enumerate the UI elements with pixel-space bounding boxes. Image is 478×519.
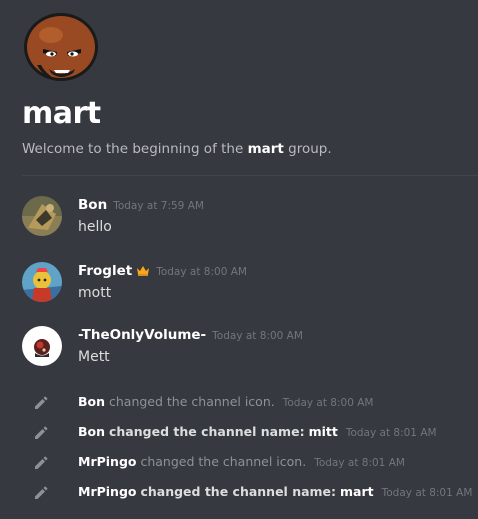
username[interactable]: Bon xyxy=(78,197,107,213)
system-action: changed the channel icon. xyxy=(109,394,275,409)
group-avatar-icon[interactable] xyxy=(21,7,101,87)
group-title: mart xyxy=(22,96,101,131)
timestamp: Today at 8:01 AM xyxy=(345,427,437,439)
channel-name-value: mart xyxy=(340,484,374,499)
system-action: changed the channel icon. xyxy=(140,454,307,469)
system-message: Bon changed the channel icon. Today at 8… xyxy=(0,393,478,413)
system-message: MrPingo changed the channel name: mart T… xyxy=(0,483,478,503)
message-item: Froglet Today at 8:00 AM mott xyxy=(0,262,478,306)
welcome-text: Welcome to the beginning of the mart gro… xyxy=(22,141,332,157)
system-message-text: MrPingo changed the channel name: mart T… xyxy=(78,484,472,499)
pencil-icon xyxy=(33,395,49,411)
avatar[interactable] xyxy=(22,326,62,366)
pencil-icon xyxy=(33,425,49,441)
timestamp: Today at 8:00 AM xyxy=(282,397,374,409)
welcome-group-name: mart xyxy=(247,141,284,157)
timestamp: Today at 7:59 AM xyxy=(113,200,204,212)
username[interactable]: Froglet xyxy=(78,263,132,279)
pencil-icon xyxy=(33,485,49,501)
system-user[interactable]: Bon xyxy=(78,394,105,409)
message-text: Mett xyxy=(78,349,110,365)
channel-name-value: mitt xyxy=(308,424,338,439)
system-message-text: Bon changed the channel icon. Today at 8… xyxy=(78,394,373,409)
message-header: Bon Today at 7:59 AM xyxy=(78,197,204,213)
system-user[interactable]: MrPingo xyxy=(78,454,136,469)
timestamp: Today at 8:01 AM xyxy=(314,457,405,469)
welcome-suffix: group. xyxy=(288,141,332,157)
divider xyxy=(22,175,478,176)
message-text: hello xyxy=(78,219,112,235)
avatar[interactable] xyxy=(22,196,62,236)
message-header: -TheOnlyVolume- Today at 8:00 AM xyxy=(78,327,303,343)
timestamp: Today at 8:01 AM xyxy=(381,487,473,499)
message-text: mott xyxy=(78,285,112,301)
avatar[interactable] xyxy=(22,262,62,302)
message-header: Froglet Today at 8:00 AM xyxy=(78,263,247,280)
system-action: changed the channel name: xyxy=(140,484,337,499)
system-message-text: Bon changed the channel name: mitt Today… xyxy=(78,424,437,439)
system-message: Bon changed the channel name: mitt Today… xyxy=(0,423,478,443)
pencil-icon xyxy=(33,455,49,471)
message-item: -TheOnlyVolume- Today at 8:00 AM Mett xyxy=(0,326,478,370)
crown-icon xyxy=(136,264,150,280)
timestamp: Today at 8:00 AM xyxy=(212,330,303,342)
system-action: changed the channel name: xyxy=(109,424,305,439)
channel-header: mart Welcome to the beginning of the mar… xyxy=(0,0,478,176)
username[interactable]: -TheOnlyVolume- xyxy=(78,327,206,343)
message-item: Bon Today at 7:59 AM hello xyxy=(0,196,478,240)
system-user[interactable]: MrPingo xyxy=(78,484,136,499)
system-user[interactable]: Bon xyxy=(78,424,105,439)
system-message: MrPingo changed the channel icon. Today … xyxy=(0,453,478,473)
welcome-prefix: Welcome to the beginning of the xyxy=(22,141,244,157)
system-message-text: MrPingo changed the channel icon. Today … xyxy=(78,454,405,469)
timestamp: Today at 8:00 AM xyxy=(156,266,247,278)
